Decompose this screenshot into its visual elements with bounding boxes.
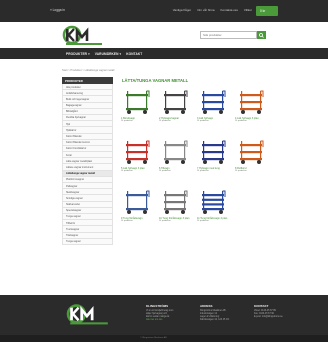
nav-item-products[interactable]: PRODUKTER ▾ <box>66 52 90 56</box>
product-image-icon <box>158 138 192 166</box>
footer-heading: KONTAKT <box>254 304 269 308</box>
product-card[interactable]: 5 Lätt hyllvagn 3 plan 14 produkter <box>120 138 154 184</box>
product-count: 14 produkter <box>121 120 133 122</box>
footer-heading: ADRESS <box>200 304 213 308</box>
search-icon <box>259 32 264 38</box>
logo-mark-icon <box>62 25 102 45</box>
product-name[interactable]: 5 Lätt hyllvagn 3 plan 14 produkter <box>121 167 155 173</box>
product-image[interactable] <box>196 138 230 166</box>
product-card[interactable]: 2 Hyllvagn/vagnar 14 produkter <box>158 88 192 134</box>
product-count: 14 produkter <box>159 120 171 122</box>
site-header <box>0 22 328 48</box>
product-image-icon <box>234 138 268 166</box>
product-image-icon <box>120 188 154 216</box>
product-image-icon <box>196 188 230 216</box>
product-image[interactable] <box>196 188 230 216</box>
product-count: 14 produkter <box>159 220 171 222</box>
footer-email[interactable]: E-post: info@klingstroms.se <box>254 316 304 319</box>
top-link-terms[interactable]: Villkor <box>244 8 252 12</box>
product-image[interactable] <box>120 88 154 116</box>
product-count: 14 produkter <box>197 220 209 222</box>
product-image[interactable] <box>234 138 268 166</box>
product-count: 14 produkter <box>235 170 247 172</box>
product-image[interactable] <box>120 138 154 166</box>
product-count: 14 produkter <box>197 170 209 172</box>
product-name[interactable]: 2 Hyllvagn/vagnar 14 produkter <box>159 117 193 123</box>
product-name[interactable]: 8 Rullbord 14 produkter <box>235 167 269 173</box>
copyright-bar: © Klingströms Maskiner AB <box>0 335 328 342</box>
product-name[interactable]: 11 Tung förrådsvagn 4 plan 14 produkter <box>197 217 231 223</box>
product-name[interactable]: 1 Bordsvagn 14 produkter <box>121 117 155 123</box>
nav-item-brands[interactable]: VARUMÄRKEN ▾ <box>95 52 121 56</box>
footer-col-about: KLINGSTRÖMS Vi är ett familjeföretag som… <box>146 304 196 322</box>
product-name[interactable]: 10 Tung förrådsvagn 3 plan 14 produkter <box>159 217 193 223</box>
product-count: 14 produkter <box>121 170 133 172</box>
product-name[interactable]: 6 Tillvagn 14 produkter <box>159 167 193 173</box>
product-count: 14 produkter <box>159 170 171 172</box>
product-name[interactable]: 7 Hyllvagn med tung 14 produkter <box>197 167 231 173</box>
product-image-icon <box>158 188 192 216</box>
product-image[interactable] <box>158 188 192 216</box>
site-logo[interactable] <box>62 25 106 47</box>
product-card[interactable]: 11 Tung förrådsvagn 4 plan 14 produkter <box>196 188 230 234</box>
footer-heading: KLINGSTRÖMS <box>146 304 169 308</box>
product-count: 14 produkter <box>197 120 209 122</box>
site-footer: KLINGSTRÖMS Vi är ett familjeföretag som… <box>0 295 328 335</box>
product-card[interactable]: 4 Lätt hyllvagn 3 plan 14 produkter <box>234 88 268 134</box>
footer-logo-icon <box>66 304 108 325</box>
main-nav: PRODUKTER ▾ VARUMÄRKEN ▾ KONTAKT <box>0 48 328 59</box>
copyright-text: © Klingströms Maskiner AB <box>140 337 167 339</box>
product-image-icon <box>120 138 154 166</box>
login-link[interactable]: » Logga in <box>50 8 65 12</box>
product-card[interactable]: 3 Lätt hyllvagn 14 produkter <box>196 88 230 134</box>
product-image[interactable] <box>120 188 154 216</box>
top-bar: » Logga in Vanliga frågor Om vår firma K… <box>0 0 328 22</box>
footer-logo[interactable] <box>66 303 112 327</box>
product-count: 14 produkter <box>235 120 247 122</box>
top-links: Vanliga frågor Om vår firma Kontakta oss… <box>173 8 252 12</box>
product-card[interactable]: 1 Bordsvagn 14 produkter <box>120 88 154 134</box>
product-card[interactable]: 7 Hyllvagn med tung 14 produkter <box>196 138 230 184</box>
product-name[interactable]: 9 Tung förrådsvagn 14 produkter <box>121 217 155 223</box>
page-title: LÄTTA/TUNGA VAGNAR METALL <box>122 78 189 83</box>
product-image-icon <box>196 88 230 116</box>
search-input[interactable] <box>200 31 257 39</box>
footer-col-contact: KONTAKT Växel: 0123-45 67 89 Fax: 0123-4… <box>254 304 304 319</box>
product-name[interactable]: 3 Lätt hyllvagn 14 produkter <box>197 117 231 123</box>
top-link-about[interactable]: Om vår firma <box>197 8 214 12</box>
product-image-icon <box>120 88 154 116</box>
product-name[interactable]: 4 Lätt hyllvagn 3 plan 14 produkter <box>235 117 269 123</box>
sidebar-item[interactable]: Tunga vagnar <box>62 238 113 245</box>
product-image[interactable] <box>158 88 192 116</box>
product-count: 14 produkter <box>121 220 133 222</box>
product-image[interactable] <box>196 88 230 116</box>
sidebar-heading: PRODUKTER <box>62 77 113 84</box>
category-sidebar: PRODUKTER Alla produkter Avfallshantering… <box>62 77 113 245</box>
nav-item-contact[interactable]: KONTAKT <box>126 52 142 56</box>
product-card[interactable]: 10 Tung förrådsvagn 3 plan 14 produkter <box>158 188 192 234</box>
product-card[interactable]: 8 Rullbord 14 produkter <box>234 138 268 184</box>
footer-col-address: ADRESS Klingströms Maskiner AB Industriv… <box>200 304 250 322</box>
top-link-contact[interactable]: Kontakta oss <box>221 8 238 12</box>
breadcrumb[interactable]: Start > Produkter > Lättaltlunga vagnar … <box>62 69 114 72</box>
product-image[interactable] <box>234 88 268 116</box>
footer-read-more-link[interactable]: Läs mer om oss <box>146 319 196 322</box>
cart-button[interactable]: 0 kr <box>256 6 278 16</box>
cart-total: 0 kr <box>260 9 266 13</box>
product-card[interactable]: 9 Tung förrådsvagn 14 produkter <box>120 188 154 234</box>
footer-text: Fabriksvägen 10, 123 45 Ort <box>200 319 230 321</box>
product-image[interactable] <box>158 138 192 166</box>
product-image-icon <box>234 88 268 116</box>
top-link-faq[interactable]: Vanliga frågor <box>173 8 191 12</box>
product-card[interactable]: 6 Tillvagn 14 produkter <box>158 138 192 184</box>
search-button[interactable] <box>257 31 266 39</box>
product-image-icon <box>196 138 230 166</box>
product-image-icon <box>158 88 192 116</box>
